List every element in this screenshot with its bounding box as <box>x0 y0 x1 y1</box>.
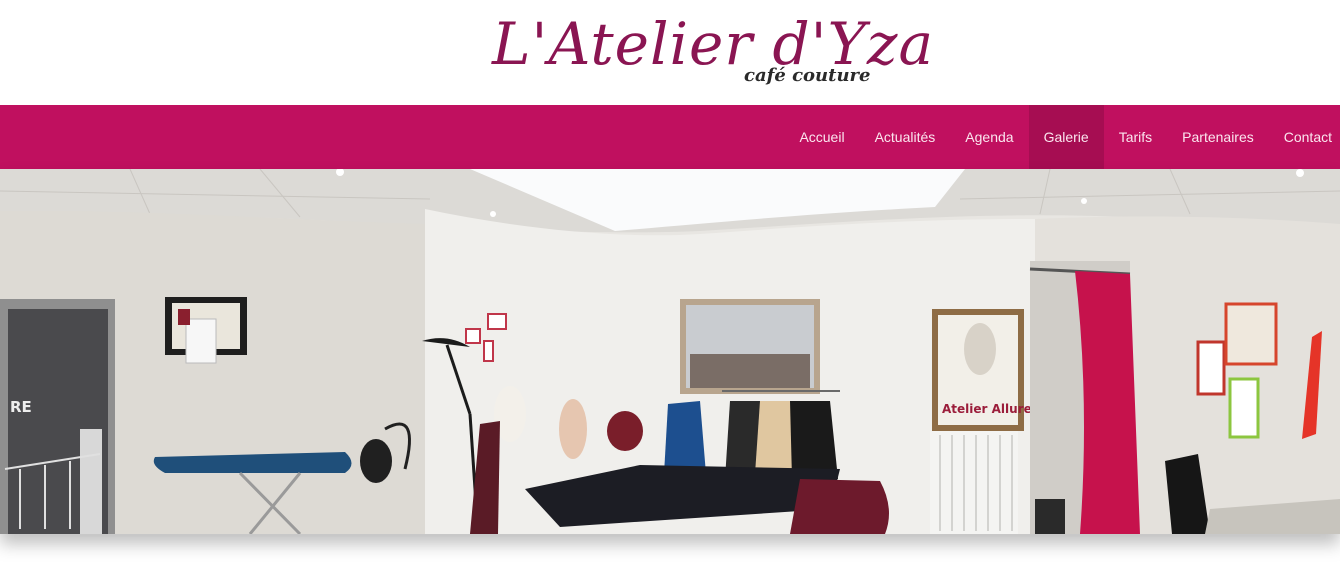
nav-item-tarifs[interactable]: Tarifs <box>1104 105 1167 169</box>
site-logo[interactable]: L'Atelier d'Yza café couture <box>492 8 933 100</box>
banner-poster-text: Atelier Allure <box>942 402 1032 416</box>
logo-subtitle: café couture <box>744 65 871 86</box>
workshop-panorama: RE Atelier Allure <box>0 169 1340 534</box>
nav-item-contact[interactable]: Contact <box>1269 105 1340 169</box>
nav-item-galerie[interactable]: Galerie <box>1028 105 1104 169</box>
banner-sign-text: RE <box>10 398 32 416</box>
nav-item-partenaires[interactable]: Partenaires <box>1167 105 1269 169</box>
nav-item-agenda[interactable]: Agenda <box>950 105 1028 169</box>
site-header: L'Atelier d'Yza café couture <box>0 0 1340 105</box>
nav-item-actualites[interactable]: Actualités <box>860 105 951 169</box>
banner-image: RE Atelier Allure <box>0 169 1340 534</box>
nav-item-accueil[interactable]: Accueil <box>784 105 859 169</box>
main-nav: Accueil Actualités Agenda Galerie Tarifs… <box>784 105 1340 169</box>
main-navbar: Accueil Actualités Agenda Galerie Tarifs… <box>0 105 1340 169</box>
